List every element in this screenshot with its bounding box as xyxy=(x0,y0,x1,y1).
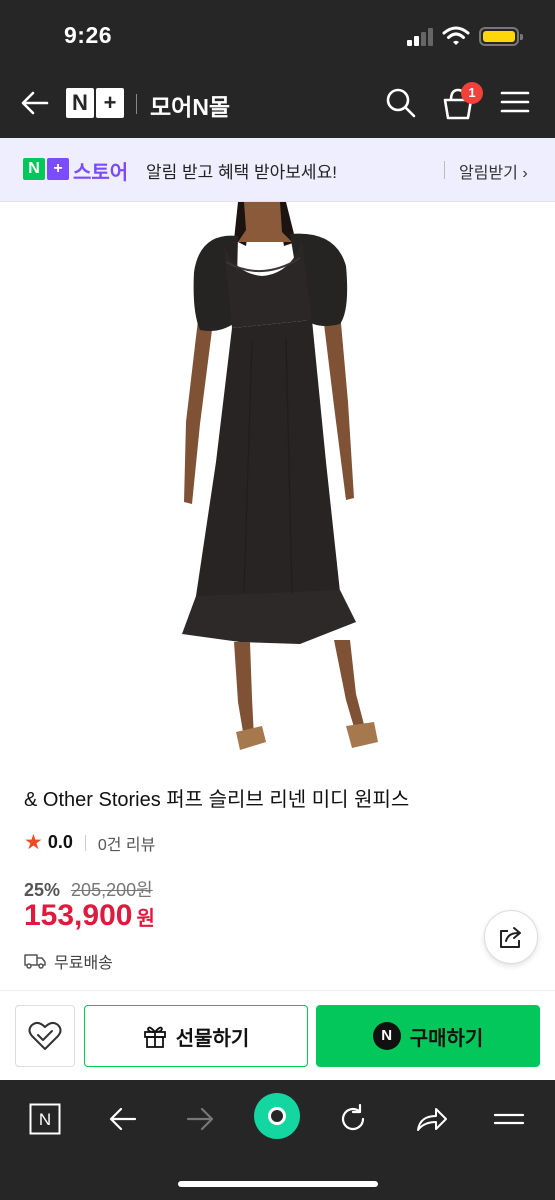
rating-divider xyxy=(84,834,86,851)
discount-percent: 25% xyxy=(24,880,61,900)
reload-icon xyxy=(341,1104,365,1131)
sale-price: 153,900 원 xyxy=(24,899,155,933)
logo-plus: + xyxy=(96,88,124,118)
promo-logo-n: N xyxy=(23,158,45,180)
share-icon xyxy=(500,927,521,948)
status-time: 9:26 xyxy=(64,22,113,48)
cellular-signal-icon xyxy=(407,28,435,46)
logo-n: N xyxy=(66,88,94,118)
sale-price-amount: 153,900 xyxy=(24,899,133,932)
truck-icon xyxy=(24,954,46,969)
alarm-subscribe-link[interactable]: 알림받기 › xyxy=(459,159,528,183)
home-dot-button[interactable] xyxy=(254,1093,300,1139)
nplus-logo[interactable]: N + xyxy=(66,88,124,118)
store-label: 스토어 xyxy=(73,162,129,184)
promo-logo-plus: + xyxy=(47,158,69,180)
search-icon[interactable] xyxy=(384,86,418,120)
buy-label: 구매하기 xyxy=(409,1027,484,1050)
gift-icon xyxy=(143,1026,166,1048)
status-bar: 9:26 xyxy=(0,0,555,72)
dress-model-illustration xyxy=(182,202,378,750)
store-alarm-banner[interactable]: N + 스토어 알림 받고 혜택 받아보세요! 알림받기 › xyxy=(0,138,555,202)
browser-menu-button[interactable] xyxy=(487,1097,531,1141)
browser-share-button[interactable] xyxy=(410,1097,454,1141)
review-count[interactable]: 0건 리뷰 xyxy=(98,831,156,855)
product-title: & Other Stories 퍼프 슬리브 리넨 미디 원피스 xyxy=(24,789,410,811)
nav-divider xyxy=(136,94,137,114)
back-arrow-icon xyxy=(109,1107,137,1131)
rating-score: 0.0 xyxy=(47,832,73,852)
hamburger-menu-icon[interactable] xyxy=(500,89,530,115)
promo-message: 알림 받고 혜택 받아보세요! xyxy=(146,163,337,182)
gift-button[interactable]: 선물하기 xyxy=(84,1005,308,1067)
shipping-info: 무료배송 xyxy=(24,949,113,973)
product-image[interactable] xyxy=(0,202,555,762)
naver-home-button[interactable]: N xyxy=(23,1097,67,1141)
home-dot-icon xyxy=(268,1107,286,1125)
currency-label: 원 xyxy=(136,908,155,930)
back-arrow-icon[interactable] xyxy=(18,86,52,120)
wishlist-button[interactable] xyxy=(15,1005,75,1067)
svg-text:N: N xyxy=(39,1110,51,1129)
original-price: 205,200원 xyxy=(71,880,153,900)
nplus-store-logo: N + xyxy=(23,158,69,180)
gift-label: 선물하기 xyxy=(175,1027,250,1050)
cart-count-badge: 1 xyxy=(461,82,483,104)
purchase-action-bar: 선물하기 N 구매하기 xyxy=(0,990,555,1080)
rating-row[interactable]: ★ 0.0 0건 리뷰 xyxy=(24,830,155,855)
browser-back-button[interactable] xyxy=(101,1097,145,1141)
shipping-label: 무료배송 xyxy=(54,955,113,972)
naver-n-icon: N xyxy=(29,1103,61,1135)
share-arrow-icon xyxy=(417,1108,447,1131)
hamburger-menu-icon xyxy=(493,1113,525,1125)
reload-button[interactable] xyxy=(331,1097,375,1141)
forward-arrow-icon xyxy=(186,1107,214,1131)
battery-icon xyxy=(479,27,523,46)
mall-title[interactable]: 모어N몰 xyxy=(150,88,230,122)
naver-pay-badge: N xyxy=(372,1022,401,1050)
share-button[interactable] xyxy=(484,910,538,964)
top-nav: N + 모어N몰 1 xyxy=(0,72,555,138)
star-icon: ★ xyxy=(24,831,43,854)
home-indicator xyxy=(178,1181,378,1187)
wifi-icon xyxy=(442,26,470,45)
buy-button[interactable]: N 구매하기 xyxy=(316,1005,540,1067)
promo-divider xyxy=(444,161,445,179)
heart-check-icon xyxy=(28,1021,62,1050)
browser-forward-button[interactable] xyxy=(178,1097,222,1141)
